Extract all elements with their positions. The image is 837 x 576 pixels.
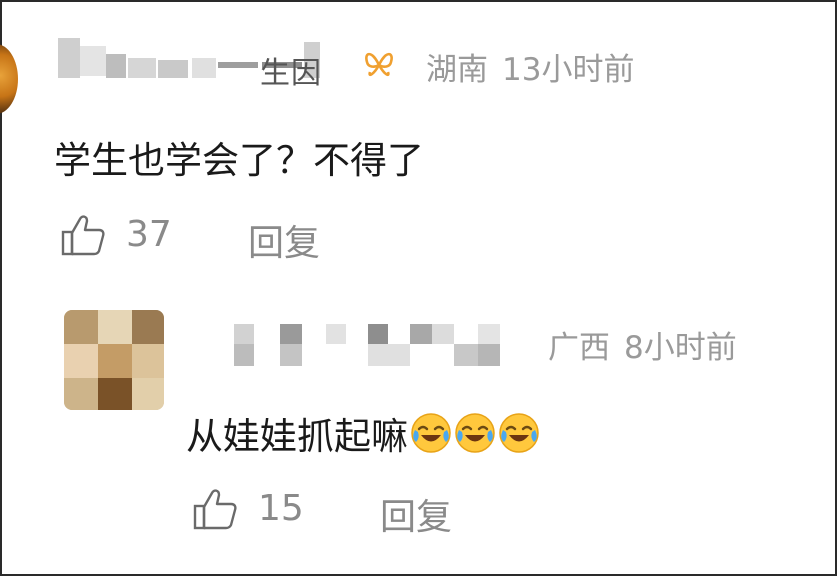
reply-button[interactable]: 回复 xyxy=(248,214,320,266)
thumbs-up-icon[interactable] xyxy=(60,212,106,258)
laugh-cry-emoji xyxy=(499,413,539,453)
username-blurred[interactable] xyxy=(234,322,504,368)
comment-text: 学生也学会了？不得了 xyxy=(54,139,424,182)
comment-meta: 湖南 13小时前 xyxy=(426,44,634,89)
timestamp: 13小时前 xyxy=(502,52,635,88)
timestamp: 8小时前 xyxy=(624,330,737,366)
laugh-cry-emoji xyxy=(455,413,495,453)
like-count: 37 xyxy=(126,214,172,255)
comment-text: 从娃娃抓起嘛 xyxy=(186,406,540,460)
comment-thread: 生因 湖南 13小时前 学生也学会了？不得了 37 回复 广西 8小时前 从娃娃… xyxy=(0,0,837,576)
thumbs-up-icon[interactable] xyxy=(192,486,238,532)
location-label: 湖南 xyxy=(426,52,488,88)
location-label: 广西 xyxy=(548,330,610,366)
avatar[interactable] xyxy=(64,310,164,410)
avatar[interactable] xyxy=(0,44,18,114)
comment-text-body: 从娃娃抓起嘛 xyxy=(186,415,408,458)
reply-button[interactable]: 回复 xyxy=(380,488,452,540)
like-count: 15 xyxy=(258,488,304,529)
username-visible[interactable]: 生因 xyxy=(260,48,322,92)
vip-butterfly-icon xyxy=(365,52,393,77)
comment-meta: 广西 8小时前 xyxy=(548,322,737,367)
laugh-cry-emoji xyxy=(411,413,451,453)
